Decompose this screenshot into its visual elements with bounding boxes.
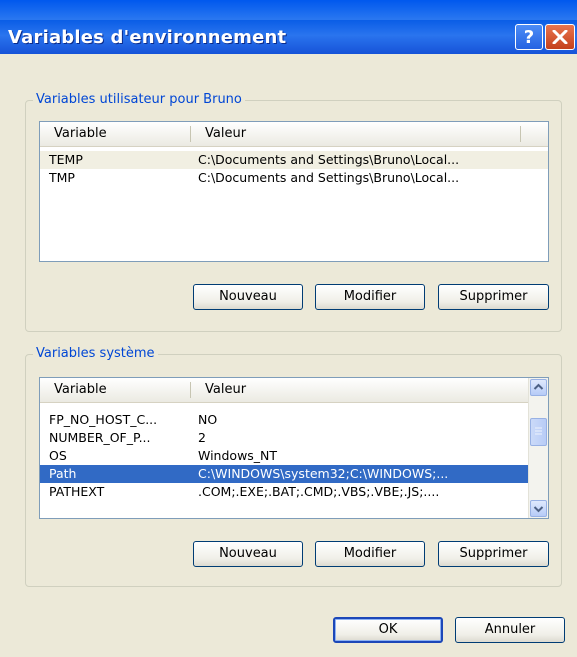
list-item[interactable]: TMP C:\Documents and Settings\Bruno\Loca… xyxy=(40,169,548,187)
ok-button[interactable]: OK xyxy=(333,617,443,643)
user-new-button[interactable]: Nouveau xyxy=(193,284,303,310)
list-item[interactable]: NUMBER_OF_P... 2 xyxy=(40,429,528,447)
column-header-variable[interactable]: Variable xyxy=(54,126,107,142)
variable-name: TMP xyxy=(49,170,75,185)
system-variables-label: Variables système xyxy=(33,346,158,362)
vertical-scrollbar[interactable] xyxy=(528,378,548,518)
column-header-value[interactable]: Valeur xyxy=(205,126,246,142)
variable-value: C:\Documents and Settings\Bruno\Local... xyxy=(198,152,460,167)
system-delete-button[interactable]: Supprimer xyxy=(438,541,549,567)
variable-value: C:\WINDOWS\system32;C:\WINDOWS;... xyxy=(198,466,449,481)
scroll-down-button[interactable] xyxy=(530,500,547,517)
variable-value: C:\Documents and Settings\Bruno\Local... xyxy=(198,170,460,185)
list-item-selected[interactable]: Path C:\WINDOWS\system32;C:\WINDOWS;... xyxy=(40,465,528,483)
user-variables-label: Variables utilisateur pour Bruno xyxy=(33,92,245,108)
user-variables-list[interactable]: Variable Valeur TEMP C:\Documents and Se… xyxy=(39,121,549,262)
close-button[interactable] xyxy=(545,24,575,50)
variable-name: FP_NO_HOST_C... xyxy=(49,412,158,427)
scroll-up-button[interactable] xyxy=(530,379,547,396)
title-bar-top xyxy=(0,0,577,20)
variable-name: Path xyxy=(49,466,77,481)
variable-name: TEMP xyxy=(49,152,83,167)
list-item[interactable]: PATHEXT .COM;.EXE;.BAT;.CMD;.VBS;.VBE;.J… xyxy=(40,483,528,501)
list-item[interactable]: OS Windows_NT xyxy=(40,447,528,465)
user-delete-button[interactable]: Supprimer xyxy=(438,284,549,310)
window-title: Variables d'environnement xyxy=(8,27,287,48)
title-bar[interactable]: Variables d'environnement ? xyxy=(0,0,577,74)
column-header-variable[interactable]: Variable xyxy=(54,382,107,398)
chevron-down-icon xyxy=(533,506,544,513)
column-separator[interactable] xyxy=(520,126,521,142)
variable-name: OS xyxy=(49,448,67,463)
column-separator[interactable] xyxy=(190,382,191,398)
variable-name: PATHEXT xyxy=(49,484,105,499)
grip-icon xyxy=(535,427,542,435)
system-new-button[interactable]: Nouveau xyxy=(193,541,303,567)
chevron-up-icon xyxy=(533,383,544,390)
variable-value: .COM;.EXE;.BAT;.CMD;.VBS;.VBE;.JS;.... xyxy=(198,484,440,499)
help-icon: ? xyxy=(523,27,535,48)
list-item[interactable]: TEMP C:\Documents and Settings\Bruno\Loc… xyxy=(40,151,548,169)
user-edit-button[interactable]: Modifier xyxy=(315,284,425,310)
list-item[interactable]: FP_NO_HOST_C... NO xyxy=(40,411,528,429)
system-variables-list[interactable]: Variable Valeur FP_NO_HOST_C... NO NUMBE… xyxy=(39,377,549,519)
column-separator[interactable] xyxy=(190,126,191,142)
scroll-thumb[interactable] xyxy=(530,418,547,446)
cancel-button[interactable]: Annuler xyxy=(455,617,565,643)
system-list-header: Variable Valeur xyxy=(40,378,528,403)
variable-value: NO xyxy=(198,412,218,427)
help-button[interactable]: ? xyxy=(515,24,543,50)
environment-variables-dialog: Variables d'environnement ? Variables ut… xyxy=(0,0,577,657)
column-header-value[interactable]: Valeur xyxy=(205,382,246,398)
close-icon xyxy=(552,30,568,44)
system-edit-button[interactable]: Modifier xyxy=(315,541,425,567)
variable-value: Windows_NT xyxy=(198,448,278,463)
variable-name: NUMBER_OF_P... xyxy=(49,430,151,445)
user-list-header: Variable Valeur xyxy=(40,122,548,147)
title-bar-bottom xyxy=(0,54,577,74)
variable-value: 2 xyxy=(198,430,206,445)
